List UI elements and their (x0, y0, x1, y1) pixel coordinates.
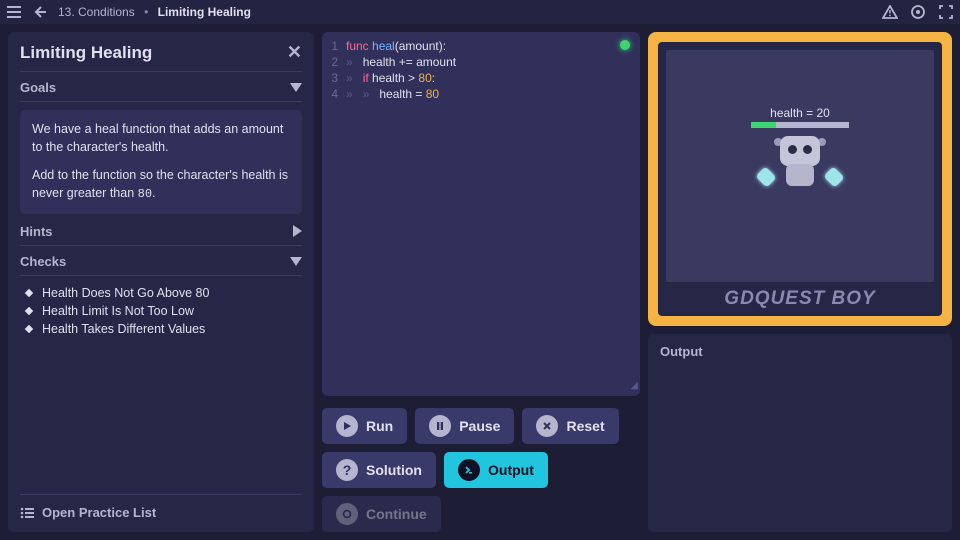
breadcrumb-chapter[interactable]: 13. Conditions (58, 5, 135, 19)
secondary-buttons: ? Solution Output Continue (322, 452, 640, 532)
run-button[interactable]: Run (322, 408, 407, 444)
check-item: Health Takes Different Values (26, 320, 302, 338)
reset-button[interactable]: Reset (522, 408, 618, 444)
lesson-title: Limiting Healing (20, 43, 287, 63)
menu-icon[interactable] (6, 4, 22, 20)
continue-button: Continue (322, 496, 441, 532)
chevron-down-icon (290, 83, 302, 92)
resize-handle-icon[interactable]: ◢ (630, 378, 638, 394)
health-bar (751, 122, 849, 128)
close-icon[interactable]: ✕ (287, 42, 302, 63)
settings-icon[interactable] (910, 4, 926, 20)
breadcrumb: 13. Conditions • Limiting Healing (58, 5, 251, 19)
checks-header[interactable]: Checks (20, 250, 302, 273)
warning-icon[interactable] (882, 4, 898, 20)
chevron-down-icon (290, 257, 302, 266)
pause-icon (429, 415, 451, 437)
list-icon (20, 507, 34, 519)
health-label: health = 20 (770, 106, 830, 120)
check-item: Health Limit Is Not Too Low (26, 302, 302, 320)
breadcrumb-lesson: Limiting Healing (158, 5, 251, 19)
goals-body: We have a heal function that adds an amo… (20, 110, 302, 214)
question-icon: ? (336, 459, 358, 481)
back-icon[interactable] (32, 4, 48, 20)
goals-header[interactable]: Goals (20, 76, 302, 99)
action-buttons: Run Pause Reset (322, 408, 640, 444)
pause-button[interactable]: Pause (415, 408, 514, 444)
top-bar: 13. Conditions • Limiting Healing (0, 0, 960, 24)
chevron-right-icon (293, 225, 302, 237)
terminal-icon (458, 459, 480, 481)
code-editor[interactable]: 1func heal(amount):2» health += amount3»… (322, 32, 640, 396)
game-viewport: health = 20 (666, 50, 934, 282)
output-panel: Output (648, 334, 952, 532)
fullscreen-icon[interactable] (938, 4, 954, 20)
output-label: Output (660, 344, 703, 359)
status-indicator (620, 40, 630, 50)
instructions-panel: Limiting Healing ✕ Goals We have a heal … (8, 32, 314, 532)
output-button[interactable]: Output (444, 452, 548, 488)
continue-icon (336, 503, 358, 525)
solution-button[interactable]: ? Solution (322, 452, 436, 488)
checks-list: Health Does Not Go Above 80 Health Limit… (20, 280, 302, 338)
check-item: Health Does Not Go Above 80 (26, 284, 302, 302)
open-practice-list[interactable]: Open Practice List (20, 494, 302, 522)
play-icon (336, 415, 358, 437)
hints-header[interactable]: Hints (20, 220, 302, 243)
viewport-brand: GDQUEST BOY (666, 282, 934, 312)
reset-icon (536, 415, 558, 437)
game-viewport-frame: health = 20 GDQUEST BOY (648, 32, 952, 326)
character-sprite (760, 134, 840, 192)
